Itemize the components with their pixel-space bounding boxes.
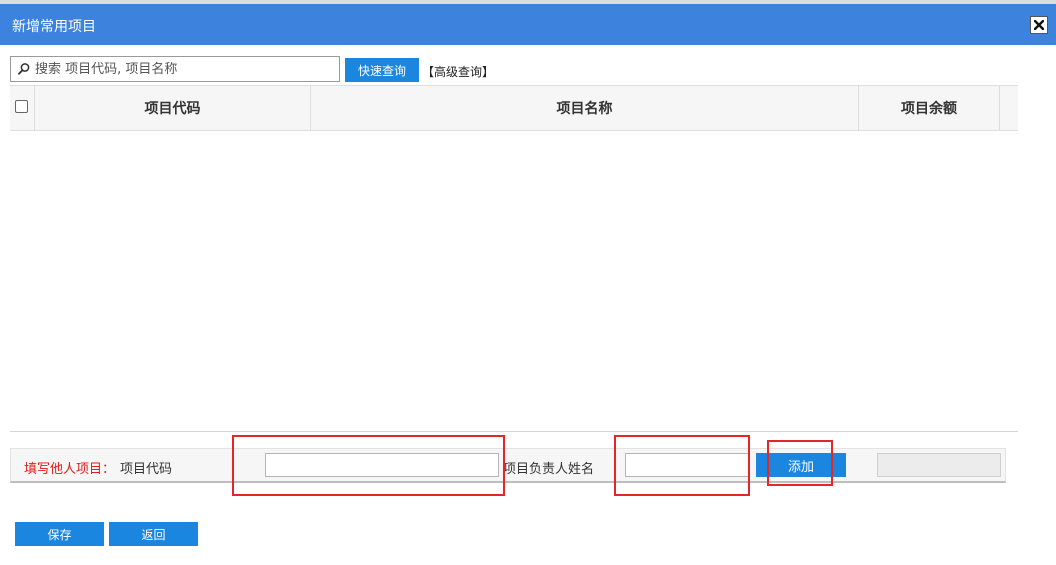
close-button[interactable] [1030,16,1048,34]
grid-divider [10,431,1018,432]
search-box [10,56,340,82]
column-header-balance[interactable]: 项目余额 [859,86,1000,130]
fill-other-label: 填写他人项目： [24,462,116,477]
grid-header: 项目代码 项目名称 项目余额 [10,85,1018,131]
annotation-box-code [232,435,505,496]
project-code-label: 项目代码 [120,462,173,477]
save-button[interactable]: 保存 [15,522,104,546]
grid-body [10,131,1018,431]
project-owner-label: 项目负责人姓名 [503,462,595,477]
annotation-box-owner [614,435,750,496]
advanced-search-link[interactable]: 【高级查询】 [422,63,494,80]
add-other-project-row: 填写他人项目： 项目代码 项目负责人姓名 添加 [10,448,1006,483]
annotation-box-add [767,440,833,486]
close-icon [1034,20,1044,30]
column-header-name[interactable]: 项目名称 [311,86,859,130]
dialog-title: 新增常用项目 [12,19,96,35]
select-all-checkbox[interactable] [15,100,28,113]
dialog: 新增常用项目 快速查询 【高级查询】 项目代码 项目名称 项目余额 填写他人项目… [0,0,1056,565]
header-checkbox-cell [10,86,35,130]
back-button[interactable]: 返回 [109,522,198,546]
search-icon [18,63,30,75]
disabled-field [877,453,1001,477]
search-input[interactable] [35,58,335,80]
dialog-header: 新增常用项目 [0,4,1056,45]
quick-search-button[interactable]: 快速查询 [345,58,419,82]
column-header-code[interactable]: 项目代码 [35,86,311,130]
